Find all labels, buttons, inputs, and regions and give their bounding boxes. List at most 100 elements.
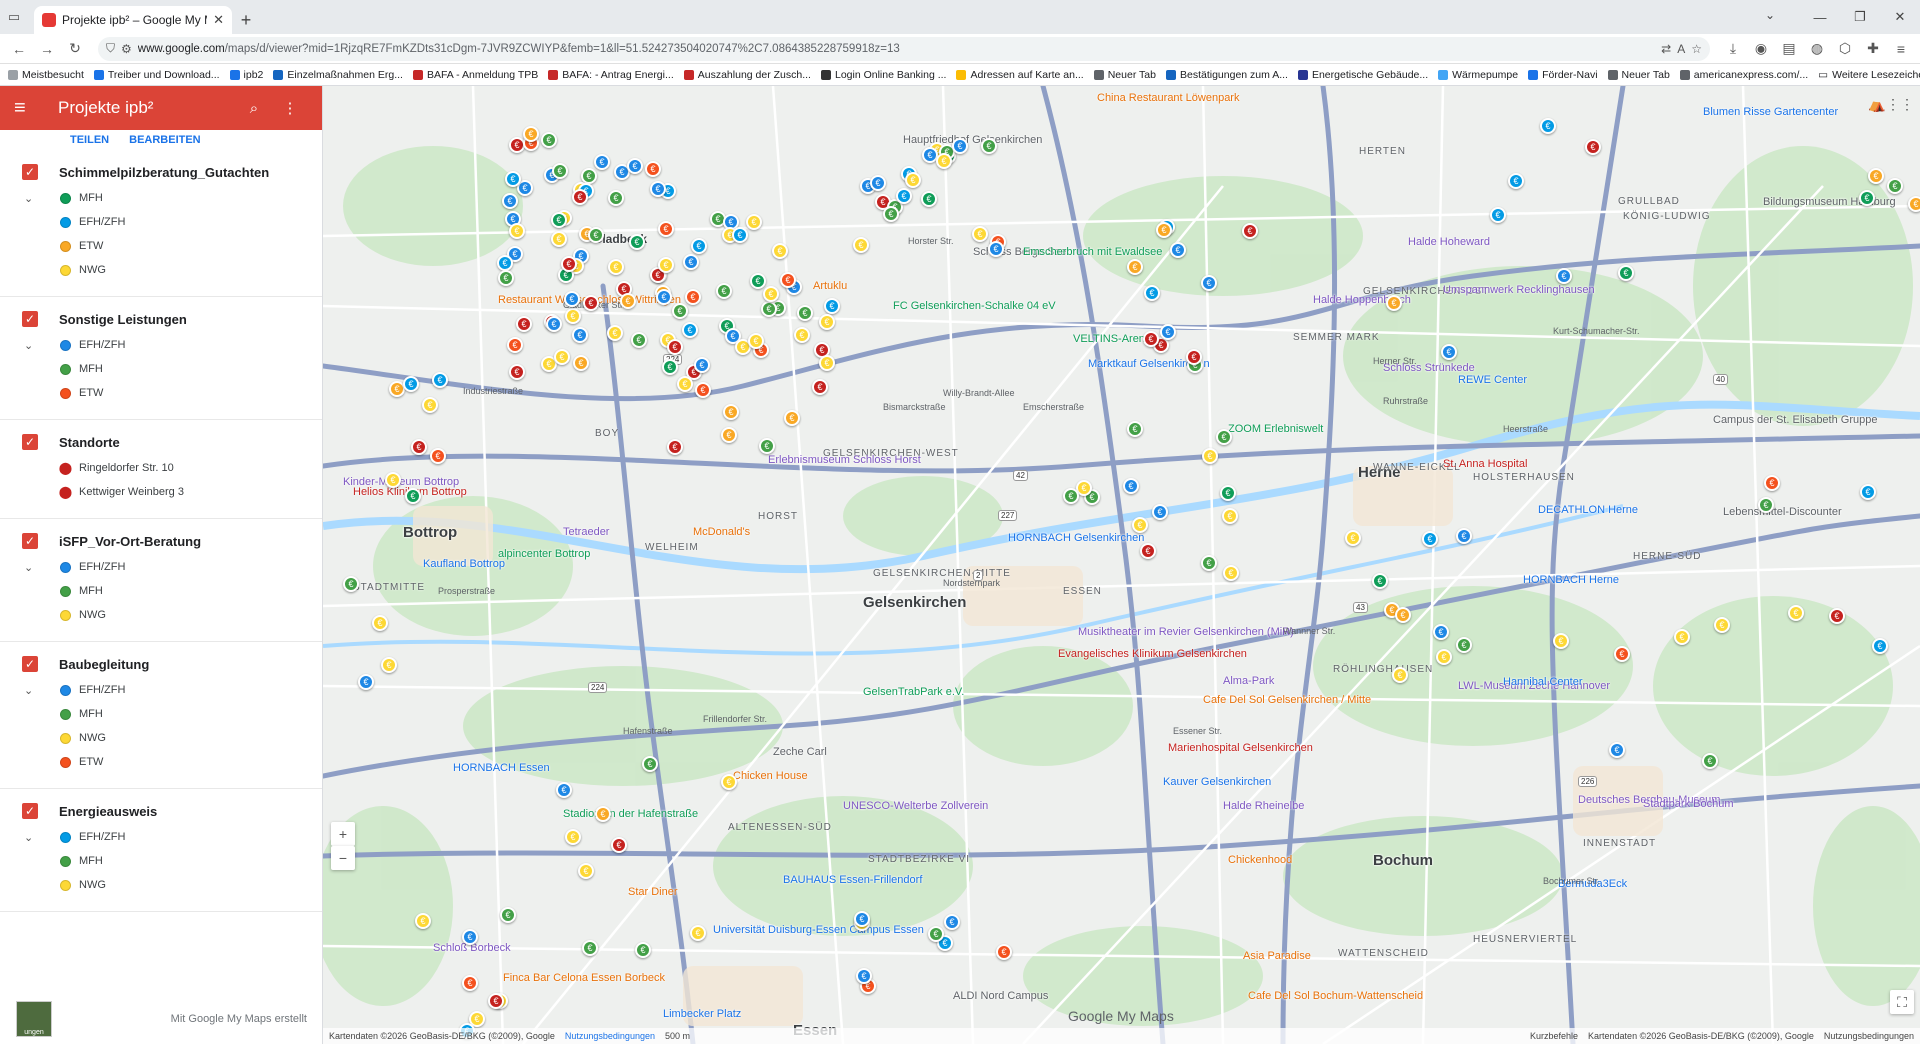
- project-marker-icon[interactable]: €: [853, 237, 869, 253]
- layer-style-item[interactable]: ⌄ MFH: [0, 186, 322, 210]
- bookmark-item[interactable]: americanexpress.com/...: [1679, 69, 1808, 81]
- layer-style-item[interactable]: MFH: [0, 702, 322, 726]
- fullscreen-icon[interactable]: ⛶: [1890, 990, 1914, 1014]
- layer-title[interactable]: Schimmelpilzberatung_Gutachten: [38, 165, 269, 180]
- project-marker-icon[interactable]: €: [565, 308, 581, 324]
- project-marker-icon[interactable]: €: [1868, 168, 1884, 184]
- download-icon[interactable]: ⤓: [1720, 36, 1746, 62]
- poi-label[interactable]: Emscherbruch mit Ewaldsee: [1023, 246, 1162, 258]
- project-marker-icon[interactable]: €: [1201, 275, 1217, 291]
- more-options-icon[interactable]: ⋮: [272, 99, 308, 117]
- project-marker-icon[interactable]: €: [677, 376, 693, 392]
- layer-checkbox[interactable]: ✓: [22, 656, 38, 672]
- close-tab-icon[interactable]: ✕: [213, 12, 224, 28]
- project-marker-icon[interactable]: €: [516, 316, 532, 332]
- poi-label[interactable]: FC Gelsenkirchen-Schalke 04 eV: [893, 300, 1056, 312]
- project-marker-icon[interactable]: €: [812, 379, 828, 395]
- shortcuts-link[interactable]: Kurzbefehle: [1530, 1031, 1578, 1041]
- layer-style-item[interactable]: ⬤ Kettwiger Weinberg 3: [0, 480, 322, 504]
- project-marker-icon[interactable]: €: [1063, 488, 1079, 504]
- project-marker-icon[interactable]: €: [1143, 331, 1159, 347]
- project-marker-icon[interactable]: €: [1456, 637, 1472, 653]
- layer-title[interactable]: Energieausweis: [38, 804, 157, 819]
- project-marker-icon[interactable]: €: [343, 576, 359, 592]
- project-marker-icon[interactable]: €: [824, 298, 840, 314]
- project-marker-icon[interactable]: €: [685, 289, 701, 305]
- project-marker-icon[interactable]: €: [784, 410, 800, 426]
- project-marker-icon[interactable]: €: [1201, 555, 1217, 571]
- layer-style-item[interactable]: NWG: [0, 726, 322, 750]
- poi-label[interactable]: China Restaurant Löwenpark: [1097, 92, 1239, 104]
- project-marker-icon[interactable]: €: [1860, 484, 1876, 500]
- project-marker-icon[interactable]: €: [488, 993, 504, 1009]
- zoom-out-button[interactable]: −: [331, 846, 355, 870]
- back-icon[interactable]: ←: [6, 36, 32, 62]
- language-icon[interactable]: A: [1677, 42, 1685, 56]
- poi-label[interactable]: Halde Hoheward: [1408, 236, 1490, 248]
- project-marker-icon[interactable]: €: [1156, 222, 1172, 238]
- bookmark-item[interactable]: Energetische Gebäude...: [1297, 69, 1428, 81]
- project-marker-icon[interactable]: €: [672, 303, 688, 319]
- poi-label[interactable]: Kaufland Bottrop: [423, 558, 505, 570]
- poi-label[interactable]: Cafe Del Sol Bochum-Wattenscheid: [1248, 990, 1423, 1002]
- bookmark-item[interactable]: Adressen auf Karte an...: [956, 69, 1084, 81]
- poi-label[interactable]: ZOOM Erlebniswelt: [1228, 423, 1323, 435]
- project-marker-icon[interactable]: €: [422, 397, 438, 413]
- project-marker-icon[interactable]: €: [905, 172, 921, 188]
- zoom-in-button[interactable]: +: [331, 822, 355, 846]
- project-marker-icon[interactable]: €: [748, 333, 764, 349]
- poi-label[interactable]: HORNBACH Gelsenkirchen: [1008, 532, 1144, 544]
- layer-checkbox[interactable]: ✓: [22, 803, 38, 819]
- bookmark-item[interactable]: ipb2: [229, 69, 263, 81]
- project-marker-icon[interactable]: €: [667, 439, 683, 455]
- project-marker-icon[interactable]: €: [572, 327, 588, 343]
- layer-style-item[interactable]: ⬤ Ringeldorfer Str. 10: [0, 456, 322, 480]
- project-marker-icon[interactable]: €: [607, 325, 623, 341]
- poi-label[interactable]: REWE Center: [1458, 374, 1527, 386]
- extensions-puzzle-icon[interactable]: ✚: [1860, 36, 1886, 62]
- site-settings-icon[interactable]: ⚙: [121, 42, 132, 56]
- project-marker-icon[interactable]: €: [656, 289, 672, 305]
- tab-list-icon[interactable]: ▭: [0, 0, 28, 34]
- project-marker-icon[interactable]: €: [645, 161, 661, 177]
- project-marker-icon[interactable]: €: [430, 448, 446, 464]
- layer-style-item[interactable]: ETW: [0, 381, 322, 405]
- new-tab-button[interactable]: +: [232, 6, 260, 34]
- poi-label[interactable]: HORNBACH Herne: [1523, 574, 1619, 586]
- project-marker-icon[interactable]: €: [509, 364, 525, 380]
- map-canvas[interactable]: GelsenkirchenBottropHerneBochumEssenGlad…: [323, 86, 1920, 1044]
- project-marker-icon[interactable]: €: [1887, 178, 1903, 194]
- project-marker-icon[interactable]: €: [551, 212, 567, 228]
- project-marker-icon[interactable]: €: [608, 259, 624, 275]
- project-marker-icon[interactable]: €: [759, 438, 775, 454]
- project-marker-icon[interactable]: €: [1556, 268, 1572, 284]
- project-marker-icon[interactable]: €: [1788, 605, 1804, 621]
- poi-label[interactable]: McDonald's: [693, 526, 750, 538]
- search-icon[interactable]: ⌕: [236, 100, 272, 117]
- layer-checkbox[interactable]: ✓: [22, 311, 38, 327]
- poi-label[interactable]: Stadtpark Bochum: [1643, 798, 1734, 810]
- project-marker-icon[interactable]: €: [509, 223, 525, 239]
- project-marker-icon[interactable]: €: [1553, 633, 1569, 649]
- project-marker-icon[interactable]: €: [372, 615, 388, 631]
- project-marker-icon[interactable]: €: [1372, 573, 1388, 589]
- bookmark-item[interactable]: Meistbesucht: [8, 69, 84, 81]
- chevron-down-icon[interactable]: ⌄: [24, 339, 40, 352]
- project-marker-icon[interactable]: €: [797, 305, 813, 321]
- bookmark-item[interactable]: Treiber und Download...: [93, 69, 220, 81]
- poi-label[interactable]: Bildungsmuseum Hamburg: [1763, 196, 1896, 208]
- project-marker-icon[interactable]: €: [1456, 528, 1472, 544]
- project-marker-icon[interactable]: €: [972, 226, 988, 242]
- poi-label[interactable]: Universität Duisburg-Essen Campus Essen: [713, 924, 924, 936]
- layer-style-item[interactable]: MFH: [0, 579, 322, 603]
- project-marker-icon[interactable]: €: [564, 291, 580, 307]
- poi-label[interactable]: Chicken House: [733, 770, 808, 782]
- poi-label[interactable]: GelsenTrabPark e.V.: [863, 686, 964, 698]
- project-marker-icon[interactable]: €: [403, 376, 419, 392]
- project-marker-icon[interactable]: €: [578, 863, 594, 879]
- poi-label[interactable]: Chickenhood: [1228, 854, 1292, 866]
- project-marker-icon[interactable]: €: [432, 372, 448, 388]
- layer-checkbox[interactable]: ✓: [22, 533, 38, 549]
- hamburger-menu-icon[interactable]: ≡: [14, 97, 44, 120]
- project-marker-icon[interactable]: €: [1441, 344, 1457, 360]
